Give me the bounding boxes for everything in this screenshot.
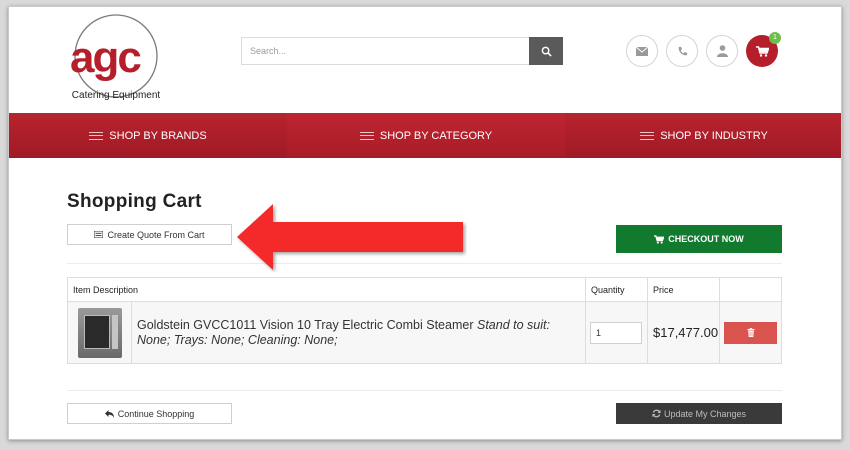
reply-arrow-icon [104, 409, 114, 418]
product-description: Goldstein GVCC1011 Vision 10 Tray Electr… [131, 301, 586, 364]
checkout-button[interactable]: CHECKOUT NOW [616, 225, 782, 253]
refresh-icon [652, 409, 661, 418]
logo-letters: agc [70, 33, 141, 82]
list-icon [94, 231, 104, 238]
cart-button[interactable]: 1 [746, 32, 781, 67]
nav-shop-by-category[interactable]: SHOP BY CATEGORY [287, 113, 565, 158]
product-thumbnail[interactable] [77, 307, 122, 358]
column-header-quantity: Quantity [585, 277, 648, 302]
logo-subtitle: Catering Equipment [72, 90, 161, 101]
nav-label: SHOP BY CATEGORY [379, 129, 493, 142]
phone-icon [678, 46, 687, 55]
search-button[interactable] [529, 37, 563, 65]
agc-logo[interactable]: agc Catering Equipment [66, 14, 166, 106]
update-changes-button[interactable]: Update My Changes [616, 403, 782, 424]
continue-shopping-label: Continue Shopping [117, 408, 195, 419]
menu-icon [640, 131, 655, 140]
continue-shopping-button[interactable]: Continue Shopping [67, 403, 232, 424]
column-header-actions [719, 277, 782, 302]
page-title: Shopping Cart [67, 191, 202, 212]
menu-icon [359, 131, 374, 140]
product-name[interactable]: Goldstein GVCC1011 Vision 10 Tray Electr… [137, 318, 474, 332]
email-button[interactable] [626, 35, 658, 67]
table-row: Goldstein GVCC1011 Vision 10 Tray Electr… [67, 301, 782, 364]
create-quote-button[interactable]: Create Quote From Cart [67, 224, 232, 245]
nav-shop-by-industry[interactable]: SHOP BY INDUSTRY [565, 113, 841, 158]
search-icon [541, 46, 552, 57]
action-cell [719, 301, 782, 364]
product-thumbnail-cell [67, 301, 132, 364]
cart-table: Item Description Quantity Price Goldstei… [67, 277, 782, 364]
update-changes-label: Update My Changes [663, 408, 747, 419]
quantity-input[interactable] [590, 321, 642, 344]
checkout-label: CHECKOUT NOW [668, 234, 744, 244]
header-icons: 1 [626, 32, 781, 67]
cart-count-badge: 1 [769, 32, 781, 44]
price-cell: $17,477.00 [647, 301, 720, 364]
page-frame: agc Catering Equipment Search... 1 SHOP … [8, 6, 842, 440]
column-header-price: Price [647, 277, 720, 302]
main-nav: SHOP BY BRANDS SHOP BY CATEGORY SHOP BY … [9, 113, 841, 158]
remove-item-button[interactable] [724, 321, 777, 344]
account-button[interactable] [706, 35, 738, 67]
search-input[interactable] [241, 37, 529, 65]
cart-icon [654, 234, 665, 244]
user-icon [716, 45, 728, 57]
nav-shop-by-brands[interactable]: SHOP BY BRANDS [9, 113, 287, 158]
quantity-cell [585, 301, 648, 364]
search-bar [241, 37, 563, 65]
create-quote-label: Create Quote From Cart [107, 229, 205, 240]
menu-icon [89, 131, 104, 140]
nav-label: SHOP BY INDUSTRY [660, 129, 768, 142]
phone-button[interactable] [666, 35, 698, 67]
divider [67, 390, 782, 391]
nav-label: SHOP BY BRANDS [109, 129, 207, 142]
envelope-icon [636, 46, 648, 56]
table-header-row: Item Description Quantity Price [67, 277, 782, 302]
cart-icon [755, 45, 769, 57]
column-header-item-description: Item Description [67, 277, 586, 302]
annotation-arrow-icon [237, 204, 463, 270]
trash-icon [747, 328, 754, 337]
